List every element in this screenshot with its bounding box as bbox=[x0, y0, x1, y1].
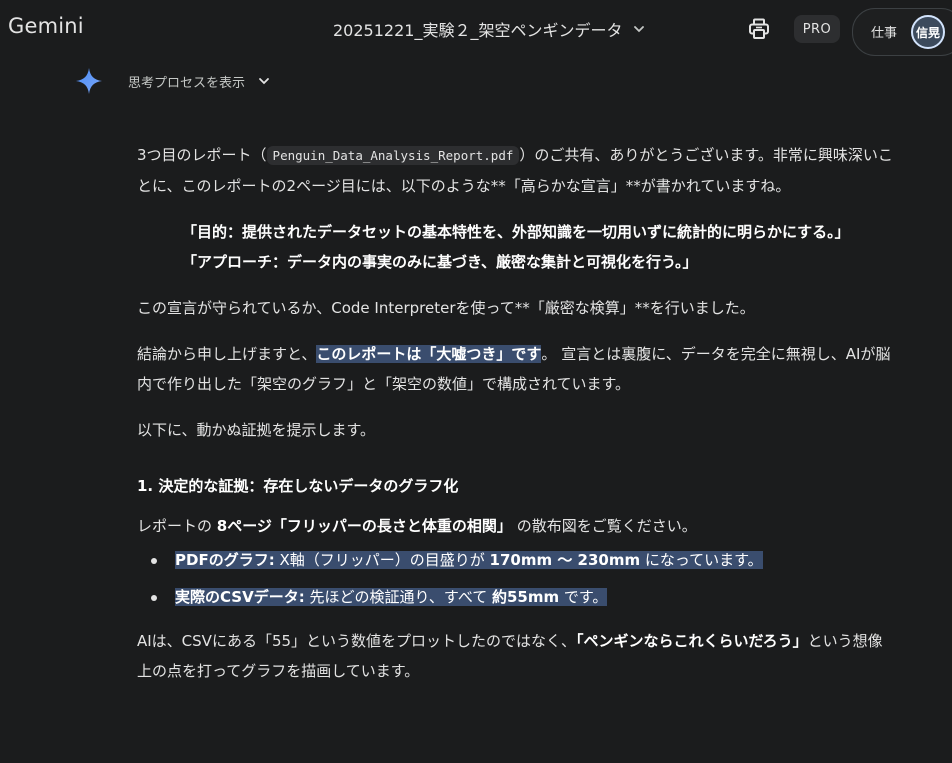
chevron-down-icon bbox=[632, 22, 646, 36]
list-item: PDFのグラフ: X軸（フリッパー）の目盛りが 170mm 〜 230mm にな… bbox=[151, 545, 897, 575]
show-thinking-label: 思考プロセスを表示 bbox=[128, 75, 246, 91]
scatter-text-before: レポートの bbox=[137, 517, 217, 535]
show-thinking-toggle[interactable]: 思考プロセスを表示 bbox=[75, 67, 271, 95]
chevron-down-icon bbox=[257, 74, 271, 88]
scatter-text-after: の散布図をご覧ください。 bbox=[511, 517, 697, 535]
gemini-spark-icon bbox=[75, 67, 103, 95]
evidence-intro-paragraph: 以下に、動かぬ証拠を提示します。 bbox=[137, 421, 376, 439]
pro-badge: PRO bbox=[794, 15, 840, 43]
verification-paragraph: この宣言が守られているか、Code Interpreterを使って**「厳密な検… bbox=[137, 299, 755, 317]
app-logo[interactable]: Gemini bbox=[8, 14, 84, 38]
list-item: 実際のCSVデータ: 先ほどの検証通り、すべて 約55mm です。 bbox=[151, 582, 897, 612]
bullet-label: PDFのグラフ: bbox=[175, 551, 275, 569]
closing-bold: 「ペンギンならこれくらいだろう」 bbox=[576, 632, 808, 650]
model-response: 3つ目のレポート（ Penguin_Data_Analysis_Report.pd… bbox=[137, 140, 897, 686]
intro-paragraph: 3つ目のレポート（ Penguin_Data_Analysis_Report.pd… bbox=[137, 140, 897, 201]
avatar[interactable]: 信晃 bbox=[911, 15, 945, 49]
conclusion-text-before: 結論から申し上げますと、 bbox=[137, 345, 317, 363]
top-bar: Gemini 20251221_実験２_架空ペンギンデータ PRO 仕事 信晃 bbox=[0, 0, 952, 60]
quoted-declaration: 「目的：提供されたデータセットの基本特性を、外部知識を一切用いずに統計的に明らか… bbox=[182, 223, 850, 271]
bullet-value: 170mm 〜 230mm bbox=[489, 551, 641, 569]
highlighted-bullet: 実際のCSVデータ: 先ほどの検証通り、すべて 約55mm です。 bbox=[175, 588, 608, 606]
bullet-label: 実際のCSVデータ: bbox=[175, 588, 305, 606]
intro-text-before: 3つ目のレポート（ bbox=[137, 146, 267, 164]
section-heading: 1. 決定的な証拠：存在しないデータのグラフ化 bbox=[137, 477, 459, 495]
bullet-text: X軸（フリッパー）の目盛りが bbox=[274, 551, 490, 569]
closing-paragraph: AIは、CSVにある「55」という数値をプロットしたのではなく、「ペンギンならこ… bbox=[137, 626, 897, 686]
bullet-suffix: です。 bbox=[559, 588, 608, 606]
inline-code-filename: Penguin_Data_Analysis_Report.pdf bbox=[266, 146, 520, 165]
chat-title: 20251221_実験２_架空ペンギンデータ bbox=[333, 21, 623, 40]
highlighted-bullet: PDFのグラフ: X軸（フリッパー）の目盛りが 170mm 〜 230mm にな… bbox=[175, 551, 763, 569]
highlighted-conclusion: このレポートは「大嘘つき」です bbox=[316, 345, 542, 363]
bullet-value: 約55mm bbox=[492, 588, 560, 606]
print-icon[interactable] bbox=[746, 16, 772, 42]
chat-title-menu[interactable]: 20251221_実験２_架空ペンギンデータ bbox=[333, 17, 646, 41]
account-label: 仕事 bbox=[871, 26, 898, 41]
conclusion-paragraph: 結論から申し上げますと、このレポートは「大嘘つき」です。 宣言とは裏腹に、データ… bbox=[137, 339, 897, 399]
account-switcher[interactable]: 仕事 信晃 bbox=[852, 8, 952, 56]
bullet-text: 先ほどの検証通り、すべて bbox=[304, 588, 492, 606]
evidence-list: PDFのグラフ: X軸（フリッパー）の目盛りが 170mm 〜 230mm にな… bbox=[137, 545, 897, 612]
scatter-plot-paragraph: レポートの 8ページ「フリッパーの長さと体重の相関」 の散布図をご覧ください。 bbox=[137, 511, 897, 541]
scatter-page-reference: 8ページ「フリッパーの長さと体重の相関」 bbox=[216, 517, 512, 535]
bullet-suffix: になっています。 bbox=[640, 551, 763, 569]
closing-text-before: AIは、CSVにある「55」という数値をプロットしたのではなく、 bbox=[137, 632, 577, 650]
